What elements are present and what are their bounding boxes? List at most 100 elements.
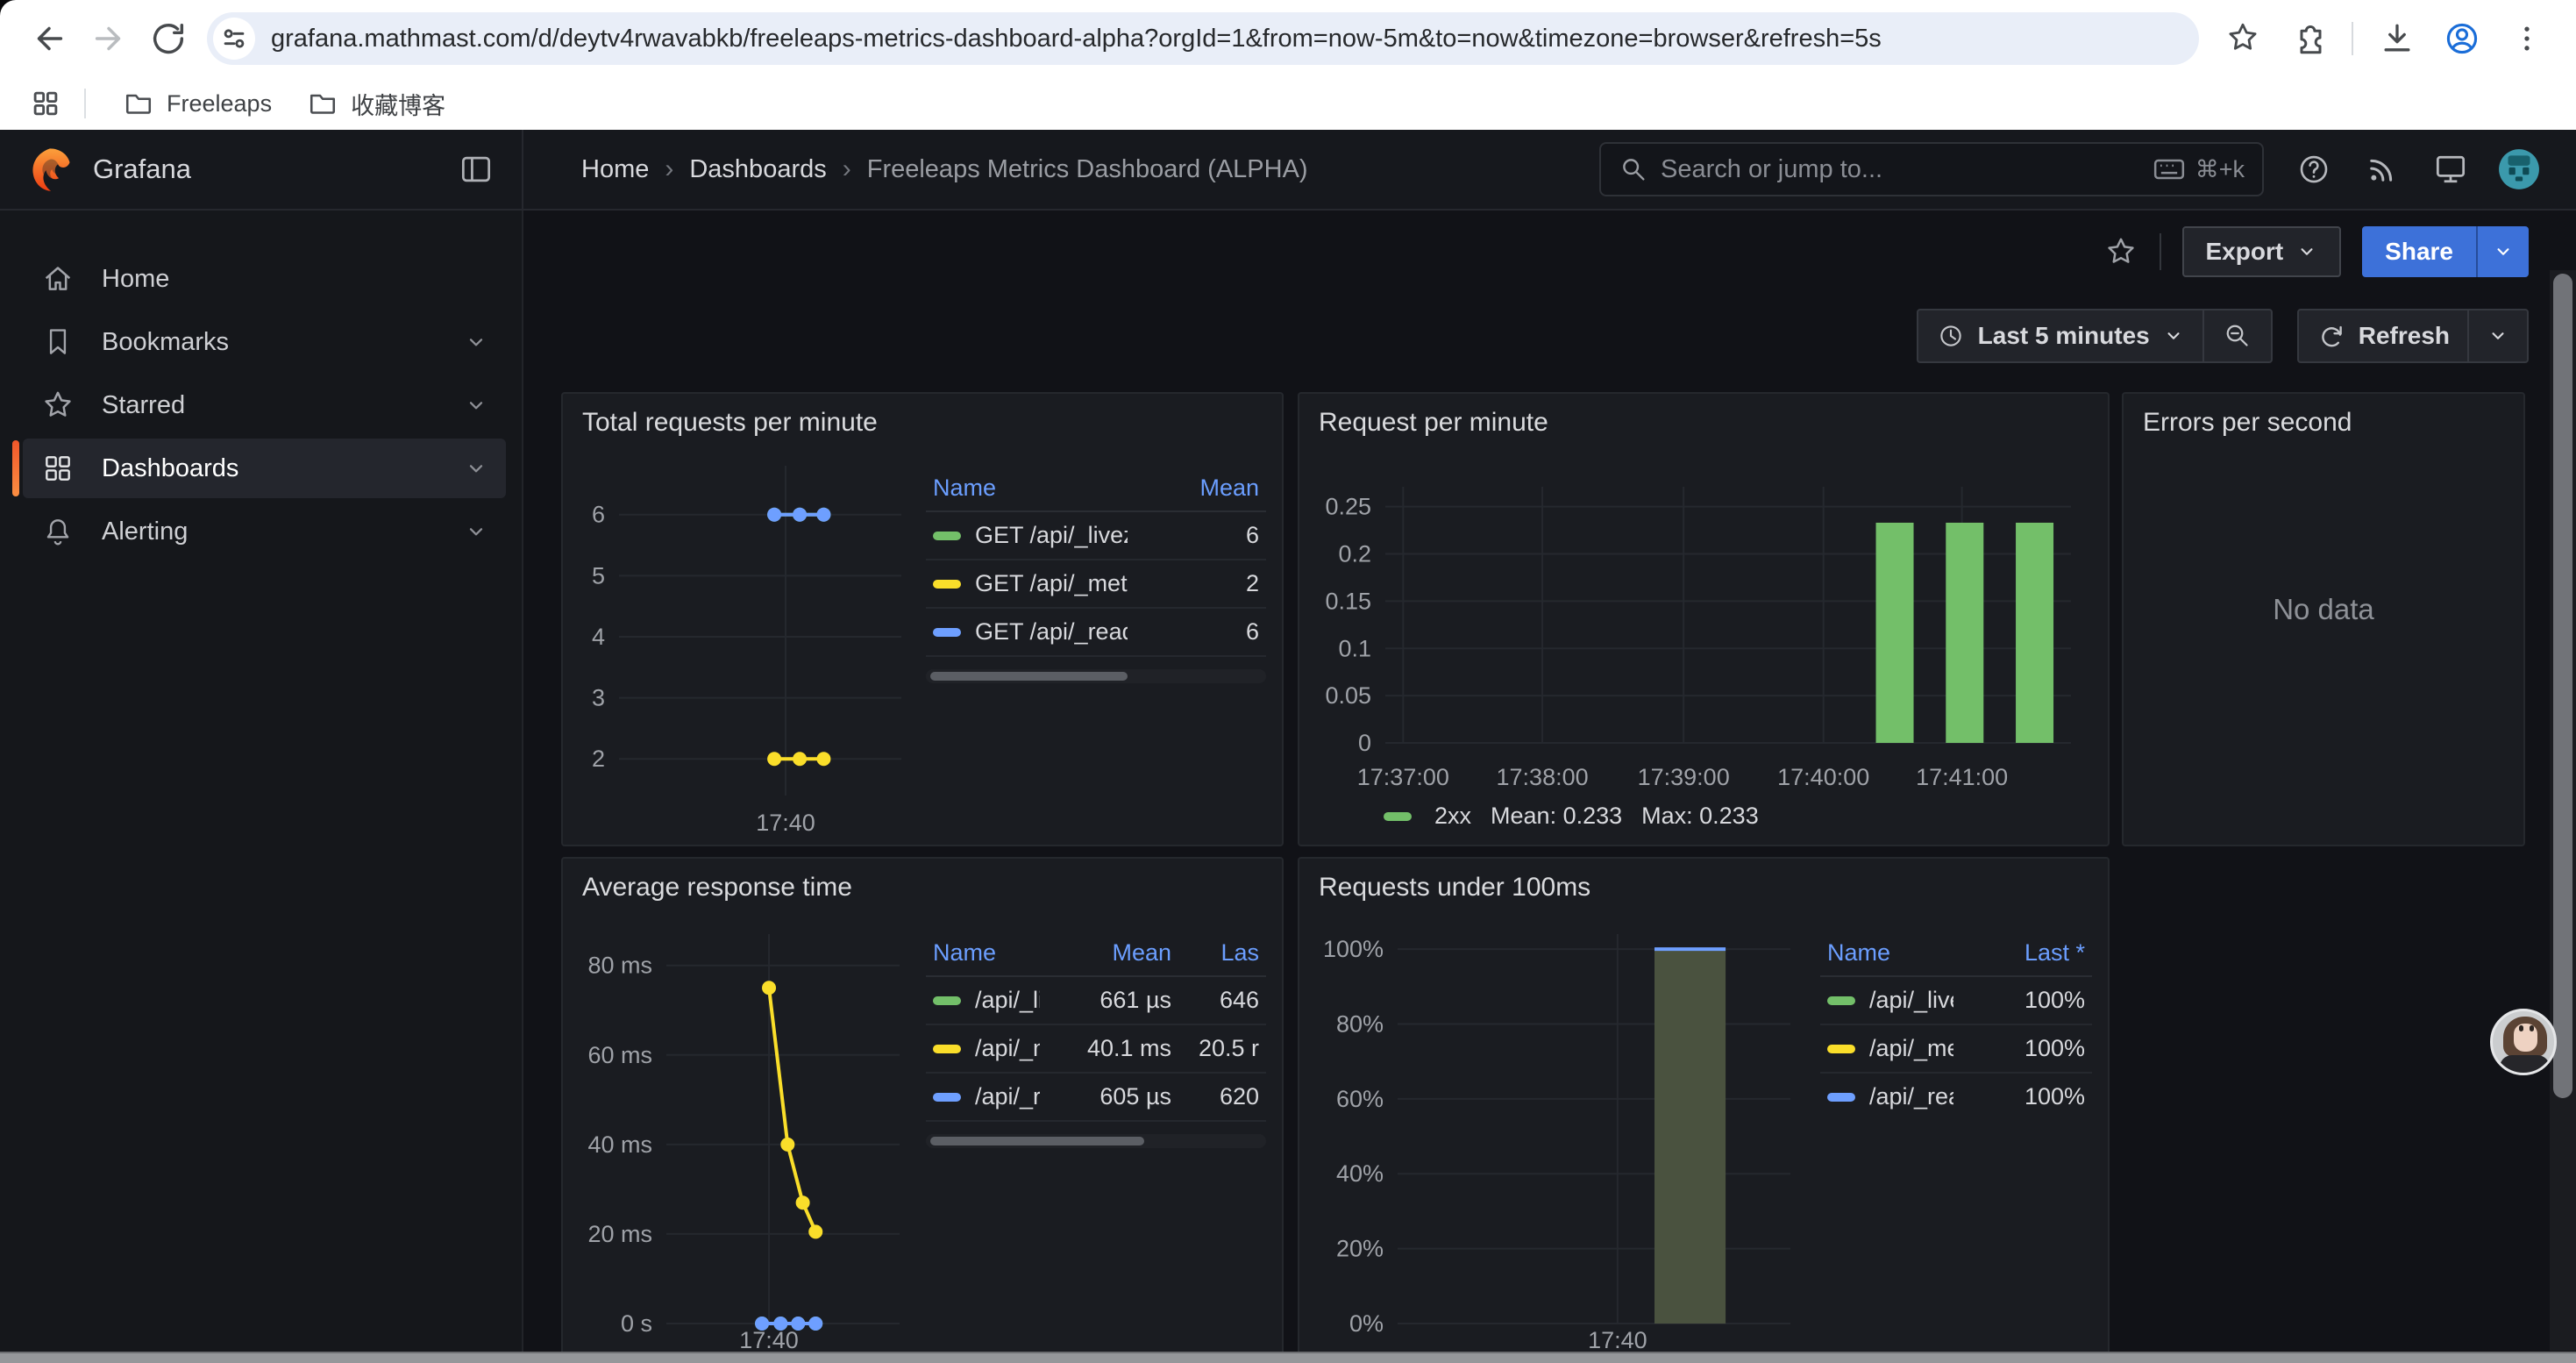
- series-name[interactable]: /api/_livez: [1869, 987, 1953, 1014]
- legend-col-last[interactable]: Last *: [1953, 939, 2085, 967]
- download-icon[interactable]: [2374, 16, 2420, 61]
- legend-row[interactable]: GET /api/_readyz 6: [926, 609, 1266, 657]
- legend-row[interactable]: /api/_livez 661 µs 646: [926, 977, 1266, 1025]
- svg-text:0 s: 0 s: [621, 1310, 652, 1337]
- sidebar-item-starred[interactable]: Starred: [23, 375, 506, 435]
- sidebar-item-alerting[interactable]: Alerting: [23, 502, 506, 561]
- bookmark-star-icon[interactable]: [2220, 16, 2266, 61]
- legend-col-mean[interactable]: Mean: [1040, 939, 1171, 967]
- chevron-down-icon[interactable]: [462, 328, 490, 356]
- sidebar-item-bookmarks[interactable]: Bookmarks: [23, 312, 506, 372]
- favorite-star-icon[interactable]: [2103, 234, 2138, 269]
- svg-text:0: 0: [1358, 730, 1371, 756]
- svg-text:20 ms: 20 ms: [587, 1221, 652, 1247]
- search-input[interactable]: Search or jump to... ⌘+k: [1599, 142, 2264, 196]
- series-color-dash: [933, 580, 961, 589]
- panel-title[interactable]: Requests under 100ms: [1299, 859, 2108, 908]
- legend-col-name[interactable]: Name: [1827, 939, 1953, 967]
- legend-row[interactable]: /api/_readyz 605 µs 620: [926, 1074, 1266, 1122]
- share-dropdown-button[interactable]: [2476, 226, 2529, 277]
- profile-icon[interactable]: [2439, 16, 2485, 61]
- bar-chart[interactable]: 00.050.10.150.20.2517:37:0017:38:0017:39…: [1313, 443, 2094, 794]
- timeseries-chart[interactable]: 0 s20 ms40 ms60 ms80 ms17:40: [579, 918, 912, 1357]
- browser-actions: [2213, 16, 2557, 61]
- chevron-down-icon[interactable]: [462, 391, 490, 419]
- svg-text:17:39:00: 17:39:00: [1638, 764, 1730, 790]
- assistant-avatar-button[interactable]: [2490, 1009, 2557, 1075]
- series-last: 20.5 r: [1171, 1035, 1259, 1062]
- panel-title[interactable]: Average response time: [563, 859, 1282, 908]
- legend-col-last[interactable]: Las: [1171, 939, 1259, 967]
- legend-row[interactable]: GET /api/_metrics 2: [926, 560, 1266, 609]
- sidebar-item-dashboards[interactable]: Dashboards: [23, 439, 506, 498]
- series-name[interactable]: /api/_readyz: [975, 1083, 1040, 1110]
- series-mean: 605 µs: [1040, 1083, 1171, 1110]
- sidebar-toggle-icon[interactable]: [457, 150, 495, 189]
- series-name[interactable]: /api/_metrics: [1869, 1035, 1953, 1062]
- panel-title[interactable]: Request per minute: [1299, 394, 2108, 443]
- refresh-interval-dropdown[interactable]: [2469, 310, 2527, 361]
- bookmark-folder-blogs[interactable]: 收藏博客: [293, 82, 459, 126]
- user-avatar[interactable]: [2494, 144, 2544, 195]
- series-color-dash: [933, 996, 961, 1005]
- legend-col-mean[interactable]: Mean: [1128, 475, 1259, 502]
- extensions-icon[interactable]: [2285, 16, 2330, 61]
- vertical-scrollbar[interactable]: [2550, 270, 2576, 1351]
- chevron-down-icon[interactable]: [462, 454, 490, 482]
- legend-scrollbar[interactable]: [926, 669, 1266, 683]
- sidebar-item-home[interactable]: Home: [23, 249, 506, 309]
- panel-title[interactable]: Errors per second: [2124, 394, 2523, 443]
- bell-icon: [39, 512, 77, 551]
- help-icon[interactable]: [2288, 144, 2339, 195]
- panel-title[interactable]: Total requests per minute: [563, 394, 1282, 443]
- series-name[interactable]: GET /api/_readyz: [975, 618, 1128, 646]
- header-icons: [2288, 144, 2544, 195]
- svg-text:100%: 100%: [1323, 936, 1384, 962]
- menu-kebab-icon[interactable]: [2504, 16, 2550, 61]
- series-color-dash: [933, 1093, 961, 1102]
- panel-errors-per-second: Errors per second No data: [2122, 392, 2525, 846]
- reload-icon[interactable]: [146, 16, 191, 61]
- horizontal-scrollbar[interactable]: [0, 1352, 2576, 1363]
- legend-row[interactable]: /api/_metrics 100%: [1820, 1025, 2092, 1074]
- timeseries-chart[interactable]: 2345617:40: [579, 453, 912, 839]
- legend-row[interactable]: /api/_readyz 100%: [1820, 1074, 2092, 1120]
- zoom-out-button[interactable]: [2204, 310, 2271, 361]
- series-name[interactable]: GET /api/_livez: [975, 522, 1128, 549]
- legend-col-name[interactable]: Name: [933, 475, 1128, 502]
- legend-row[interactable]: /api/_metrics 40.1 ms 20.5 r: [926, 1025, 1266, 1074]
- share-button[interactable]: Share: [2362, 226, 2476, 277]
- export-button[interactable]: Export: [2182, 226, 2341, 277]
- series-name[interactable]: GET /api/_metrics: [975, 570, 1128, 597]
- legend-scrollbar[interactable]: [926, 1134, 1266, 1148]
- series-mean: 6: [1128, 522, 1259, 549]
- monitor-icon[interactable]: [2425, 144, 2476, 195]
- legend-row[interactable]: /api/_livez 100%: [1820, 977, 2092, 1025]
- search-icon: [1619, 154, 1648, 184]
- breadcrumb-home[interactable]: Home: [581, 155, 649, 184]
- site-settings-icon[interactable]: [213, 18, 255, 60]
- url-bar[interactable]: grafana.mathmast.com/d/deytv4rwavabkb/fr…: [207, 12, 2199, 65]
- breadcrumb-dashboards[interactable]: Dashboards: [689, 155, 826, 184]
- bookmark-folder-freeleaps[interactable]: Freeleaps: [109, 82, 286, 125]
- refresh-group: Refresh: [2297, 309, 2529, 363]
- back-icon[interactable]: [26, 16, 72, 61]
- scrollbar-thumb[interactable]: [2553, 274, 2572, 1098]
- legend-col-name[interactable]: Name: [933, 939, 1040, 967]
- news-rss-icon[interactable]: [2357, 144, 2408, 195]
- series-name[interactable]: 2xx: [1434, 803, 1471, 830]
- svg-text:5: 5: [592, 562, 605, 589]
- apps-grid-icon[interactable]: [23, 81, 68, 126]
- area-chart[interactable]: 0%20%40%60%80%100%17:40: [1315, 918, 1806, 1357]
- series-last: 100%: [1953, 1083, 2085, 1110]
- series-name[interactable]: /api/_readyz: [1869, 1083, 1953, 1110]
- series-name[interactable]: /api/_metrics: [975, 1035, 1040, 1062]
- time-range-picker[interactable]: Last 5 minutes: [1918, 310, 2202, 361]
- grafana-logo[interactable]: [26, 146, 74, 193]
- url-text[interactable]: grafana.mathmast.com/d/deytv4rwavabkb/fr…: [271, 25, 1882, 54]
- chevron-down-icon[interactable]: [462, 517, 490, 546]
- refresh-button[interactable]: Refresh: [2299, 310, 2467, 361]
- series-name[interactable]: /api/_livez: [975, 987, 1040, 1014]
- series-max-stat: Max: 0.233: [1641, 803, 1759, 830]
- legend-row[interactable]: GET /api/_livez 6: [926, 512, 1266, 560]
